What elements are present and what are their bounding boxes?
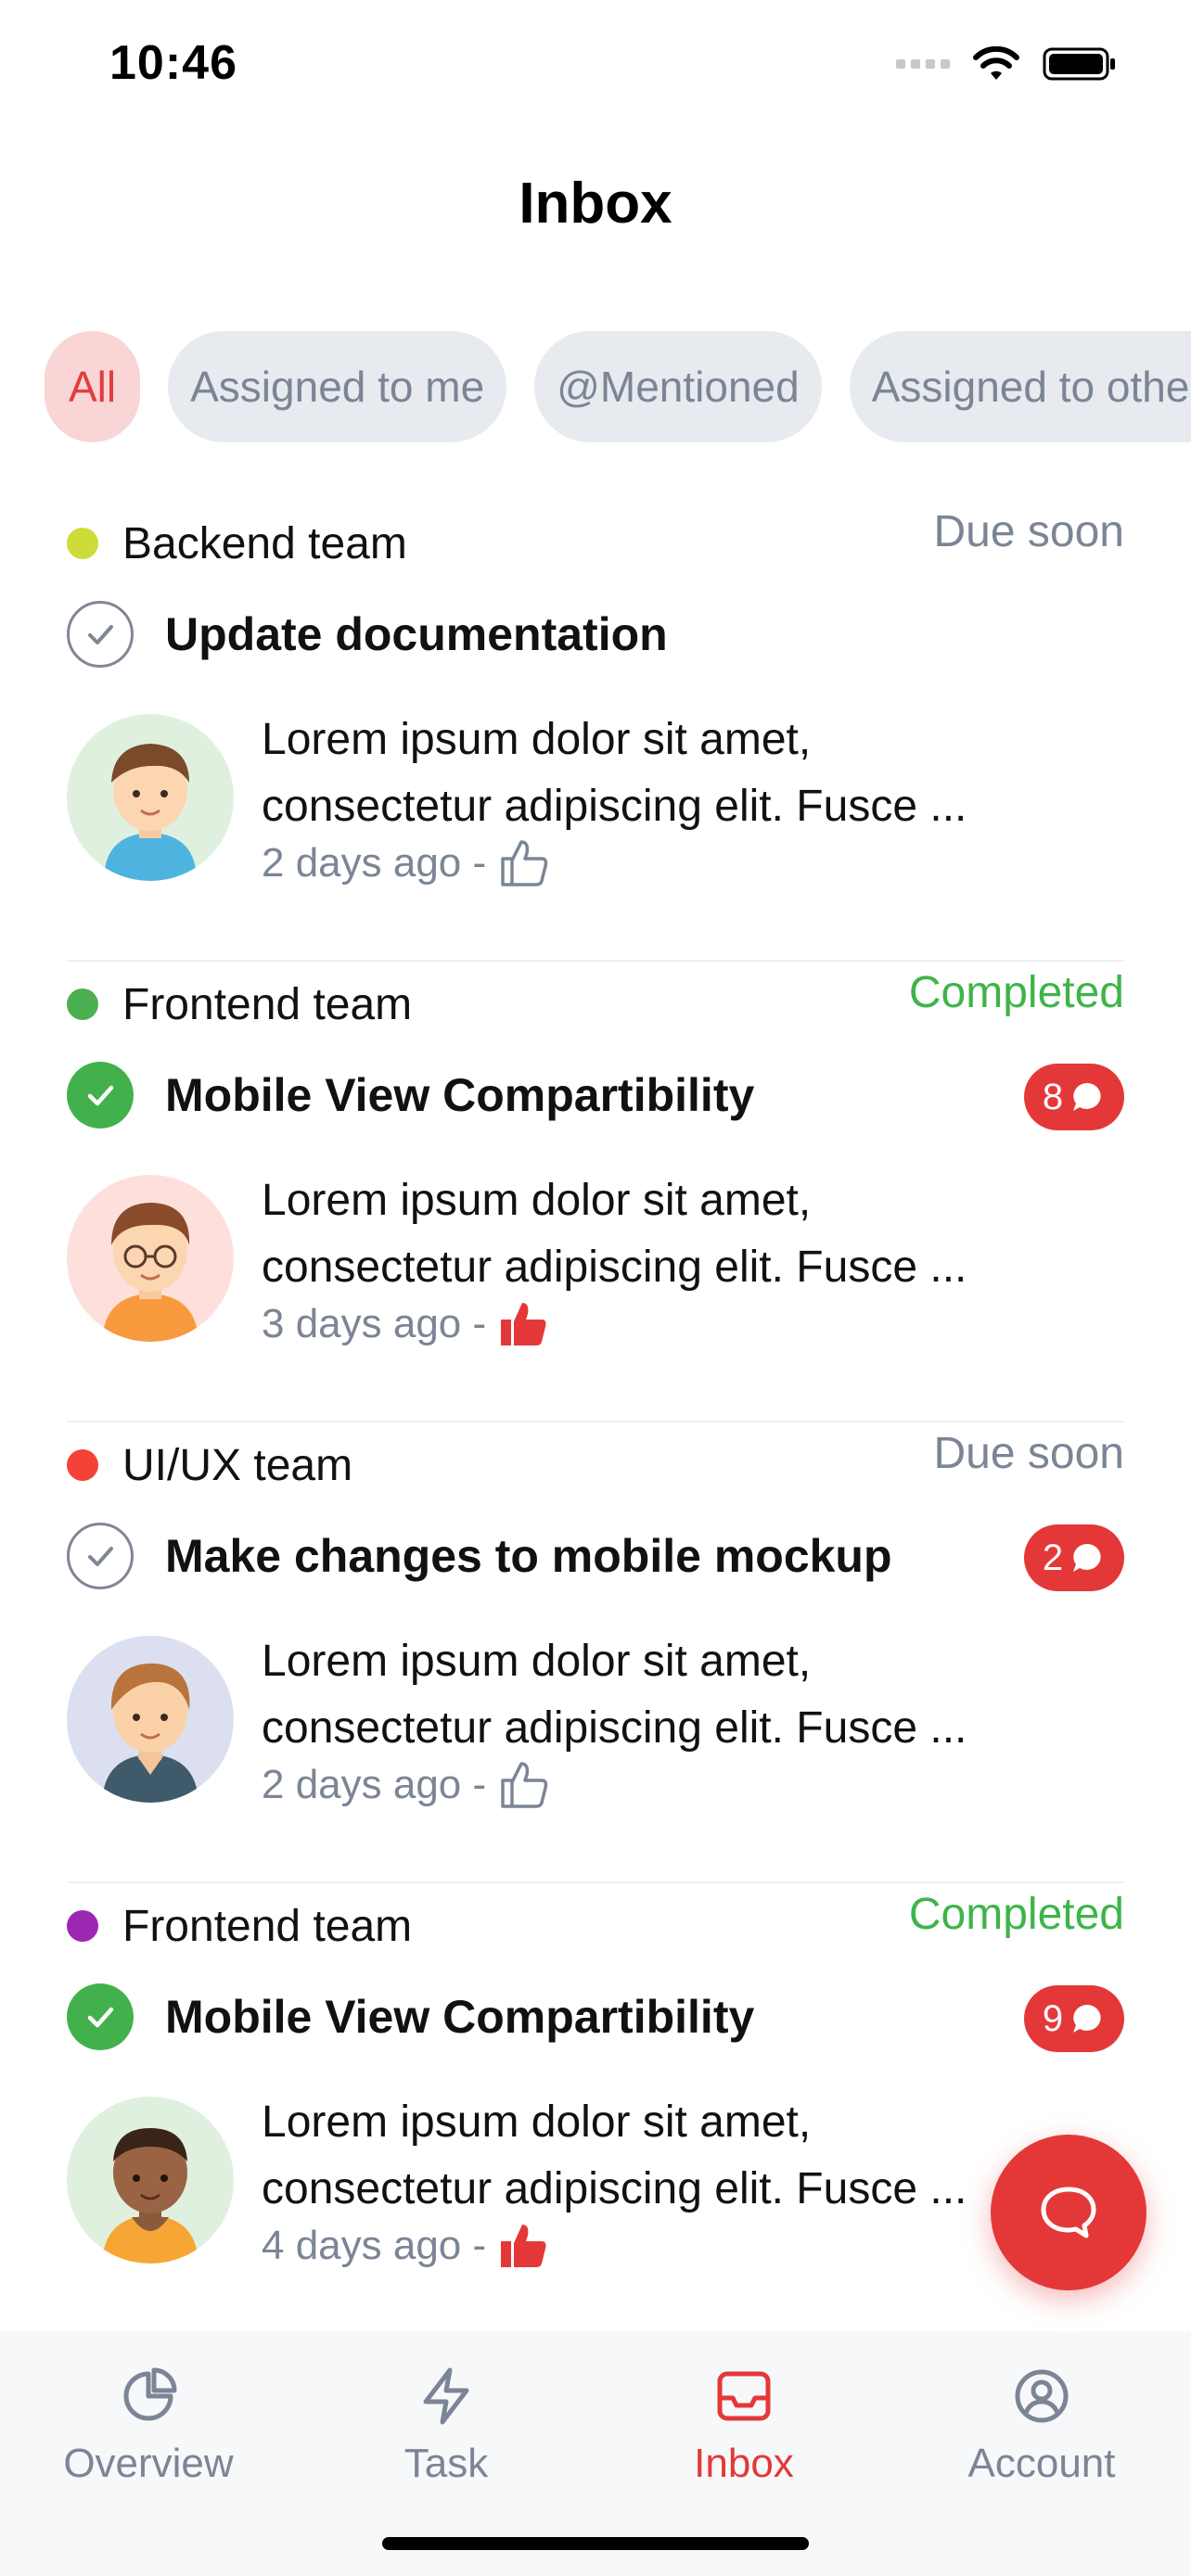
wifi-icon	[973, 46, 1019, 80]
status-bar: 10:46	[0, 0, 1191, 130]
task-title: Mobile View Compartibility	[165, 1069, 755, 1121]
user-circle-icon	[1015, 2369, 1069, 2423]
nav-label: Inbox	[694, 2441, 794, 2486]
message-meta: 4 days ago -	[262, 2219, 551, 2273]
message-meta: 3 days ago -	[262, 1297, 551, 1351]
page-title: Inbox	[519, 172, 672, 236]
message-line: consectetur adipiscing elit. Fusce ...	[262, 1243, 967, 1292]
team-color-dot	[67, 1910, 98, 1942]
nav-item-overview[interactable]: Overview	[9, 2359, 288, 2487]
team-name: Backend team	[122, 518, 407, 568]
home-indicator[interactable]	[382, 2537, 809, 2550]
nav-item-inbox[interactable]: Inbox	[605, 2359, 883, 2487]
message-line: consectetur adipiscing elit. Fusce ...	[262, 782, 967, 831]
timestamp: 3 days ago -	[262, 1301, 487, 1346]
message-body: Lorem ipsum dolor sit amet, consectetur …	[67, 1628, 1124, 1814]
task-title: Mobile View Compartibility	[165, 1991, 755, 2043]
message-preview: Lorem ipsum dolor sit amet, consectetur …	[262, 2089, 1069, 2223]
inbox-list: Backend team Due soon Update documentati…	[67, 501, 1124, 2344]
timestamp: 2 days ago -	[262, 1762, 487, 1807]
task-status: Completed	[908, 1890, 1124, 1939]
inbox-item[interactable]: Backend team Due soon Update documentati…	[67, 501, 1124, 962]
task-title: Update documentation	[165, 608, 668, 660]
check-circle-icon[interactable]	[67, 1523, 134, 1589]
comment-count: 8	[1042, 1076, 1064, 1117]
task-status: Completed	[908, 968, 1124, 1017]
pie-chart-icon	[123, 2367, 177, 2421]
new-message-button[interactable]	[991, 2135, 1146, 2290]
chat-bubble-icon	[1073, 2004, 1101, 2033]
avatar	[67, 1636, 234, 1803]
nav-label: Overview	[63, 2441, 234, 2486]
message-preview: Lorem ipsum dolor sit amet, consectetur …	[262, 707, 1069, 840]
message-line: Lorem ipsum dolor sit amet,	[262, 1637, 812, 1686]
status-time: 10:46	[109, 36, 237, 90]
message-line: Lorem ipsum dolor sit amet,	[262, 1176, 812, 1225]
task-status: Due soon	[933, 1429, 1124, 1478]
cellular-signal-icon	[896, 59, 950, 69]
task-title-row: Make changes to mobile mockup 2	[67, 1523, 1124, 1591]
lightning-icon	[423, 2367, 469, 2425]
avatar	[67, 714, 234, 881]
status-icons	[896, 46, 1117, 82]
team-color-dot	[67, 528, 98, 559]
nav-label: Task	[403, 2441, 489, 2486]
message-meta: 2 days ago -	[262, 836, 551, 890]
task-status: Due soon	[933, 507, 1124, 556]
message-line: consectetur adipiscing elit. Fusce ...	[262, 1703, 967, 1753]
thumbs-up-filled-icon[interactable]	[497, 1297, 551, 1351]
inbox-item[interactable]: Frontend team Completed Mobile View Comp…	[67, 962, 1124, 1422]
team-name: UI/UX team	[122, 1440, 353, 1490]
timestamp: 2 days ago -	[262, 840, 487, 886]
thumbs-up-filled-icon[interactable]	[497, 2219, 551, 2273]
comment-count-badge[interactable]: 2	[1024, 1524, 1124, 1591]
message-meta: 2 days ago -	[262, 1758, 551, 1812]
message-preview: Lorem ipsum dolor sit amet, consectetur …	[262, 1628, 1069, 1762]
message-line: consectetur adipiscing elit. Fusce ...	[262, 2164, 967, 2213]
task-title-row: Update documentation	[67, 601, 1124, 668]
thumbs-up-outline-icon[interactable]	[497, 1758, 551, 1812]
message-preview: Lorem ipsum dolor sit amet, consectetur …	[262, 1167, 1069, 1301]
nav-item-account[interactable]: Account	[903, 2359, 1181, 2487]
inbox-tray-icon	[717, 2371, 771, 2421]
chat-bubble-icon	[1073, 1082, 1101, 1111]
thumbs-up-outline-icon[interactable]	[497, 836, 551, 890]
chat-bubble-icon	[1041, 2187, 1096, 2238]
inbox-item[interactable]: UI/UX team Due soon Make changes to mobi…	[67, 1422, 1124, 1883]
chat-bubble-icon	[1073, 1543, 1101, 1572]
filter-chips: All Assigned to me @Mentioned Assigned t…	[45, 331, 1191, 442]
message-body: Lorem ipsum dolor sit amet, consectetur …	[67, 2089, 1124, 2275]
message-body: Lorem ipsum dolor sit amet, consectetur …	[67, 707, 1124, 892]
inbox-item[interactable]: Frontend team Completed Mobile View Comp…	[67, 1883, 1124, 2344]
comment-count: 2	[1042, 1537, 1064, 1578]
nav-label: Account	[967, 2441, 1116, 2486]
team-name: Frontend team	[122, 1901, 413, 1951]
check-circle-filled-icon[interactable]	[67, 1062, 134, 1129]
comment-count: 9	[1042, 1997, 1064, 2039]
avatar	[67, 2097, 234, 2264]
battery-icon	[1043, 47, 1115, 81]
filter-chip-assigned-to-others[interactable]: Assigned to others	[849, 331, 1191, 442]
filter-chip-all[interactable]: All	[45, 331, 141, 442]
check-circle-filled-icon[interactable]	[67, 1983, 134, 2050]
message-body: Lorem ipsum dolor sit amet, consectetur …	[67, 1167, 1124, 1353]
avatar	[67, 1175, 234, 1342]
check-circle-icon[interactable]	[67, 601, 134, 668]
team-color-dot	[67, 1449, 98, 1481]
task-title-row: Mobile View Compartibility 8	[67, 1062, 1124, 1130]
filter-chip-mentioned[interactable]: @Mentioned	[534, 331, 822, 442]
task-title: Make changes to mobile mockup	[165, 1530, 892, 1582]
task-title-row: Mobile View Compartibility 9	[67, 1983, 1124, 2052]
timestamp: 4 days ago -	[262, 2223, 487, 2268]
message-line: Lorem ipsum dolor sit amet,	[262, 715, 812, 764]
nav-item-task[interactable]: Task	[307, 2359, 585, 2487]
comment-count-badge[interactable]: 9	[1024, 1985, 1124, 2052]
comment-count-badge[interactable]: 8	[1024, 1064, 1124, 1130]
team-name: Frontend team	[122, 979, 413, 1029]
team-color-dot	[67, 988, 98, 1020]
filter-chip-assigned-to-me[interactable]: Assigned to me	[168, 331, 507, 442]
message-line: Lorem ipsum dolor sit amet,	[262, 2098, 812, 2147]
